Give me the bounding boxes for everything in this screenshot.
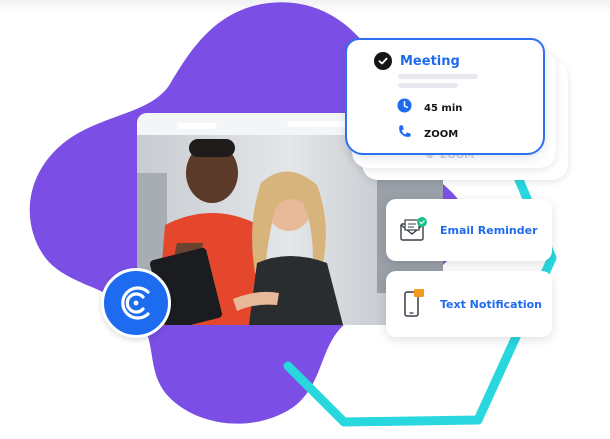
smartphone-icon [386, 287, 440, 321]
phone-icon [397, 124, 412, 144]
envelope-icon [386, 216, 440, 244]
meeting-duration-row: 45 min [397, 98, 462, 118]
brand-logo-icon [121, 286, 150, 320]
placeholder-line [398, 74, 478, 79]
brand-logo-badge [101, 268, 171, 338]
email-reminder-card[interactable]: Email Reminder [386, 199, 552, 261]
check-circle-icon [374, 52, 392, 70]
meeting-duration: 45 min [424, 102, 463, 114]
text-notification-label: Text Notification [440, 297, 542, 311]
text-notification-card[interactable]: Text Notification [386, 271, 552, 337]
meeting-card[interactable]: Meeting 45 min ZOOM [345, 38, 545, 155]
meeting-location-row: ZOOM [397, 124, 458, 144]
clock-icon [397, 98, 412, 118]
meeting-header: Meeting [374, 52, 460, 70]
meeting-title: Meeting [400, 53, 460, 69]
email-reminder-label: Email Reminder [440, 223, 538, 237]
placeholder-line [398, 83, 458, 88]
meeting-location: ZOOM [424, 128, 459, 140]
